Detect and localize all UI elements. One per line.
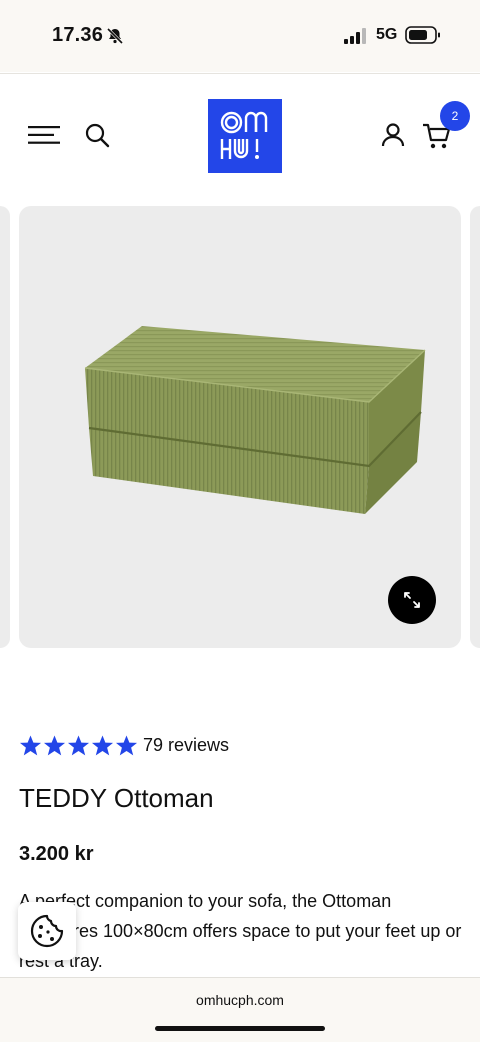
cart-count-badge[interactable]: 2 xyxy=(440,101,470,131)
home-indicator xyxy=(155,1026,325,1031)
rating-stars xyxy=(19,734,138,757)
gallery-next-slide[interactable] xyxy=(470,206,480,648)
reviews-link[interactable]: 79 reviews xyxy=(143,735,229,756)
star-icon xyxy=(91,734,114,755)
star-icon xyxy=(67,734,90,755)
account-icon[interactable] xyxy=(380,122,406,148)
star-icon xyxy=(19,734,42,755)
expand-icon xyxy=(404,592,420,608)
signal-icon xyxy=(344,28,366,44)
star-icon xyxy=(115,734,138,755)
search-icon[interactable] xyxy=(84,122,110,148)
network-label: 5G xyxy=(376,26,398,43)
status-bar: 17.36 5G xyxy=(0,0,480,72)
url-text[interactable]: omhucph.com xyxy=(0,992,480,1008)
product-rating[interactable]: 79 reviews xyxy=(19,732,229,758)
zoom-button[interactable] xyxy=(388,576,436,624)
logo-mark xyxy=(220,111,268,159)
star-icon xyxy=(43,734,66,755)
bell-slash-icon xyxy=(106,27,124,45)
cookie-settings-button[interactable] xyxy=(18,902,76,960)
product-description: A perfect companion to your sofa, the Ot… xyxy=(19,891,462,971)
gallery-prev-slide[interactable] xyxy=(0,206,10,648)
browser-url-bar[interactable]: omhucph.com xyxy=(0,977,480,1042)
status-time: 17.36 xyxy=(52,24,104,46)
site-header: 2 xyxy=(0,73,480,194)
menu-icon[interactable] xyxy=(28,125,60,145)
product-title: TEDDY Ottoman xyxy=(19,783,214,813)
battery-icon xyxy=(405,26,440,44)
product-price: 3.200 kr xyxy=(19,843,94,865)
site-logo[interactable] xyxy=(208,99,282,173)
product-image[interactable] xyxy=(19,206,461,648)
cookie-icon xyxy=(30,914,64,948)
ottoman-image xyxy=(84,326,426,514)
